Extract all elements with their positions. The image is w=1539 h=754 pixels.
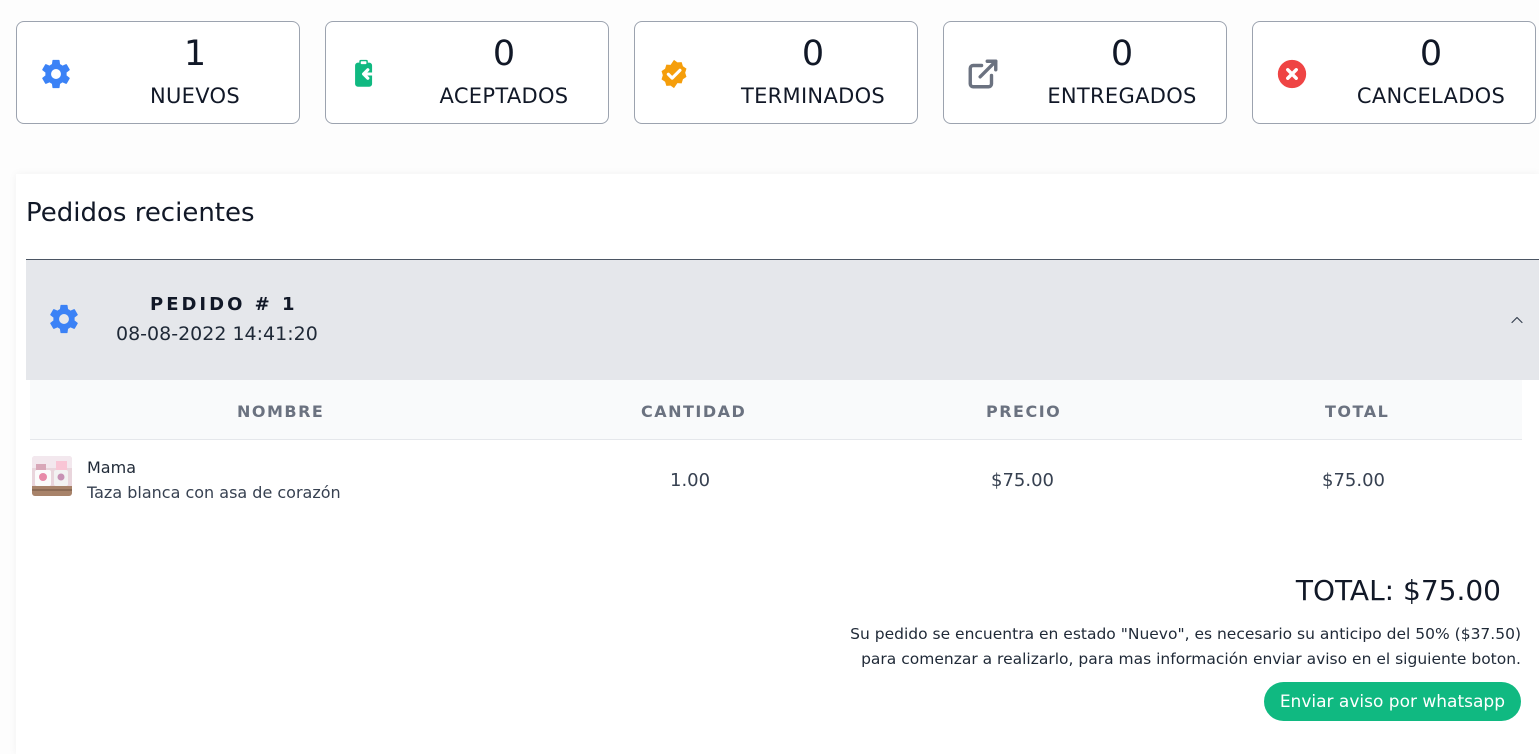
- notice-line: Su pedido se encuentra en estado "Nuevo"…: [850, 625, 1521, 643]
- product-description: Taza blanca con asa de corazón: [87, 483, 341, 502]
- stat-label: TERMINADOS: [740, 84, 886, 108]
- table-header: NOMBRE CANTIDAD PRECIO TOTAL: [30, 380, 1522, 440]
- stat-card-entregados[interactable]: 0 ENTREGADOS: [943, 21, 1227, 124]
- badge-check-icon: [657, 57, 691, 91]
- recent-orders-panel: Pedidos recientes PEDIDO # 1 08-08-2022 …: [16, 174, 1539, 754]
- stat-card-cancelados[interactable]: 0 CANCELADOS: [1252, 21, 1536, 124]
- product-name: Mama: [87, 458, 136, 477]
- gear-icon: [39, 57, 73, 91]
- order-number: PEDIDO # 1: [150, 294, 298, 315]
- stat-count: 0: [801, 34, 825, 74]
- table-row: Mama Taza blanca con asa de corazón 1.00…: [30, 440, 1522, 535]
- stat-card-aceptados[interactable]: 0 ACEPTADOS: [325, 21, 609, 124]
- stat-label: NUEVOS: [149, 84, 240, 108]
- stat-label: ACEPTADOS: [439, 84, 569, 108]
- column-header-cantidad: CANTIDAD: [641, 402, 747, 421]
- order-items-table: NOMBRE CANTIDAD PRECIO TOTAL Mama Taza b…: [30, 380, 1522, 535]
- order-notice: Su pedido se encuentra en estado "Nuevo"…: [801, 622, 1521, 672]
- x-circle-icon: [1275, 57, 1309, 91]
- stat-card-terminados[interactable]: 0 TERMINADOS: [634, 21, 918, 124]
- stat-label: CANCELADOS: [1356, 84, 1506, 108]
- gear-icon: [47, 302, 81, 336]
- item-price: $75.00: [991, 470, 1054, 491]
- product-thumbnail: [32, 456, 72, 496]
- stat-card-nuevos[interactable]: 1 NUEVOS: [16, 21, 300, 124]
- notice-line: para comenzar a realizarlo, para mas inf…: [861, 650, 1521, 668]
- external-link-icon: [966, 57, 1000, 91]
- column-header-precio: PRECIO: [986, 402, 1062, 421]
- order-date: 08-08-2022 14:41:20: [116, 323, 318, 345]
- stat-count: 1: [183, 34, 207, 74]
- column-header-nombre: NOMBRE: [237, 402, 325, 421]
- column-header-total: TOTAL: [1325, 402, 1390, 421]
- clipboard-return-icon: [348, 57, 382, 91]
- chevron-up-icon[interactable]: [1509, 312, 1525, 328]
- item-quantity: 1.00: [670, 470, 711, 491]
- stat-count: 0: [1110, 34, 1134, 74]
- order-total: TOTAL: $75.00: [1295, 574, 1501, 607]
- whatsapp-notify-button[interactable]: Enviar aviso por whatsapp: [1263, 682, 1521, 721]
- order-accordion-header[interactable]: PEDIDO # 1 08-08-2022 14:41:20: [26, 259, 1539, 380]
- stat-count: 0: [1419, 34, 1443, 74]
- panel-title: Pedidos recientes: [26, 198, 255, 228]
- stat-label: ENTREGADOS: [1047, 84, 1197, 108]
- stat-count: 0: [492, 34, 516, 74]
- item-total: $75.00: [1322, 470, 1385, 491]
